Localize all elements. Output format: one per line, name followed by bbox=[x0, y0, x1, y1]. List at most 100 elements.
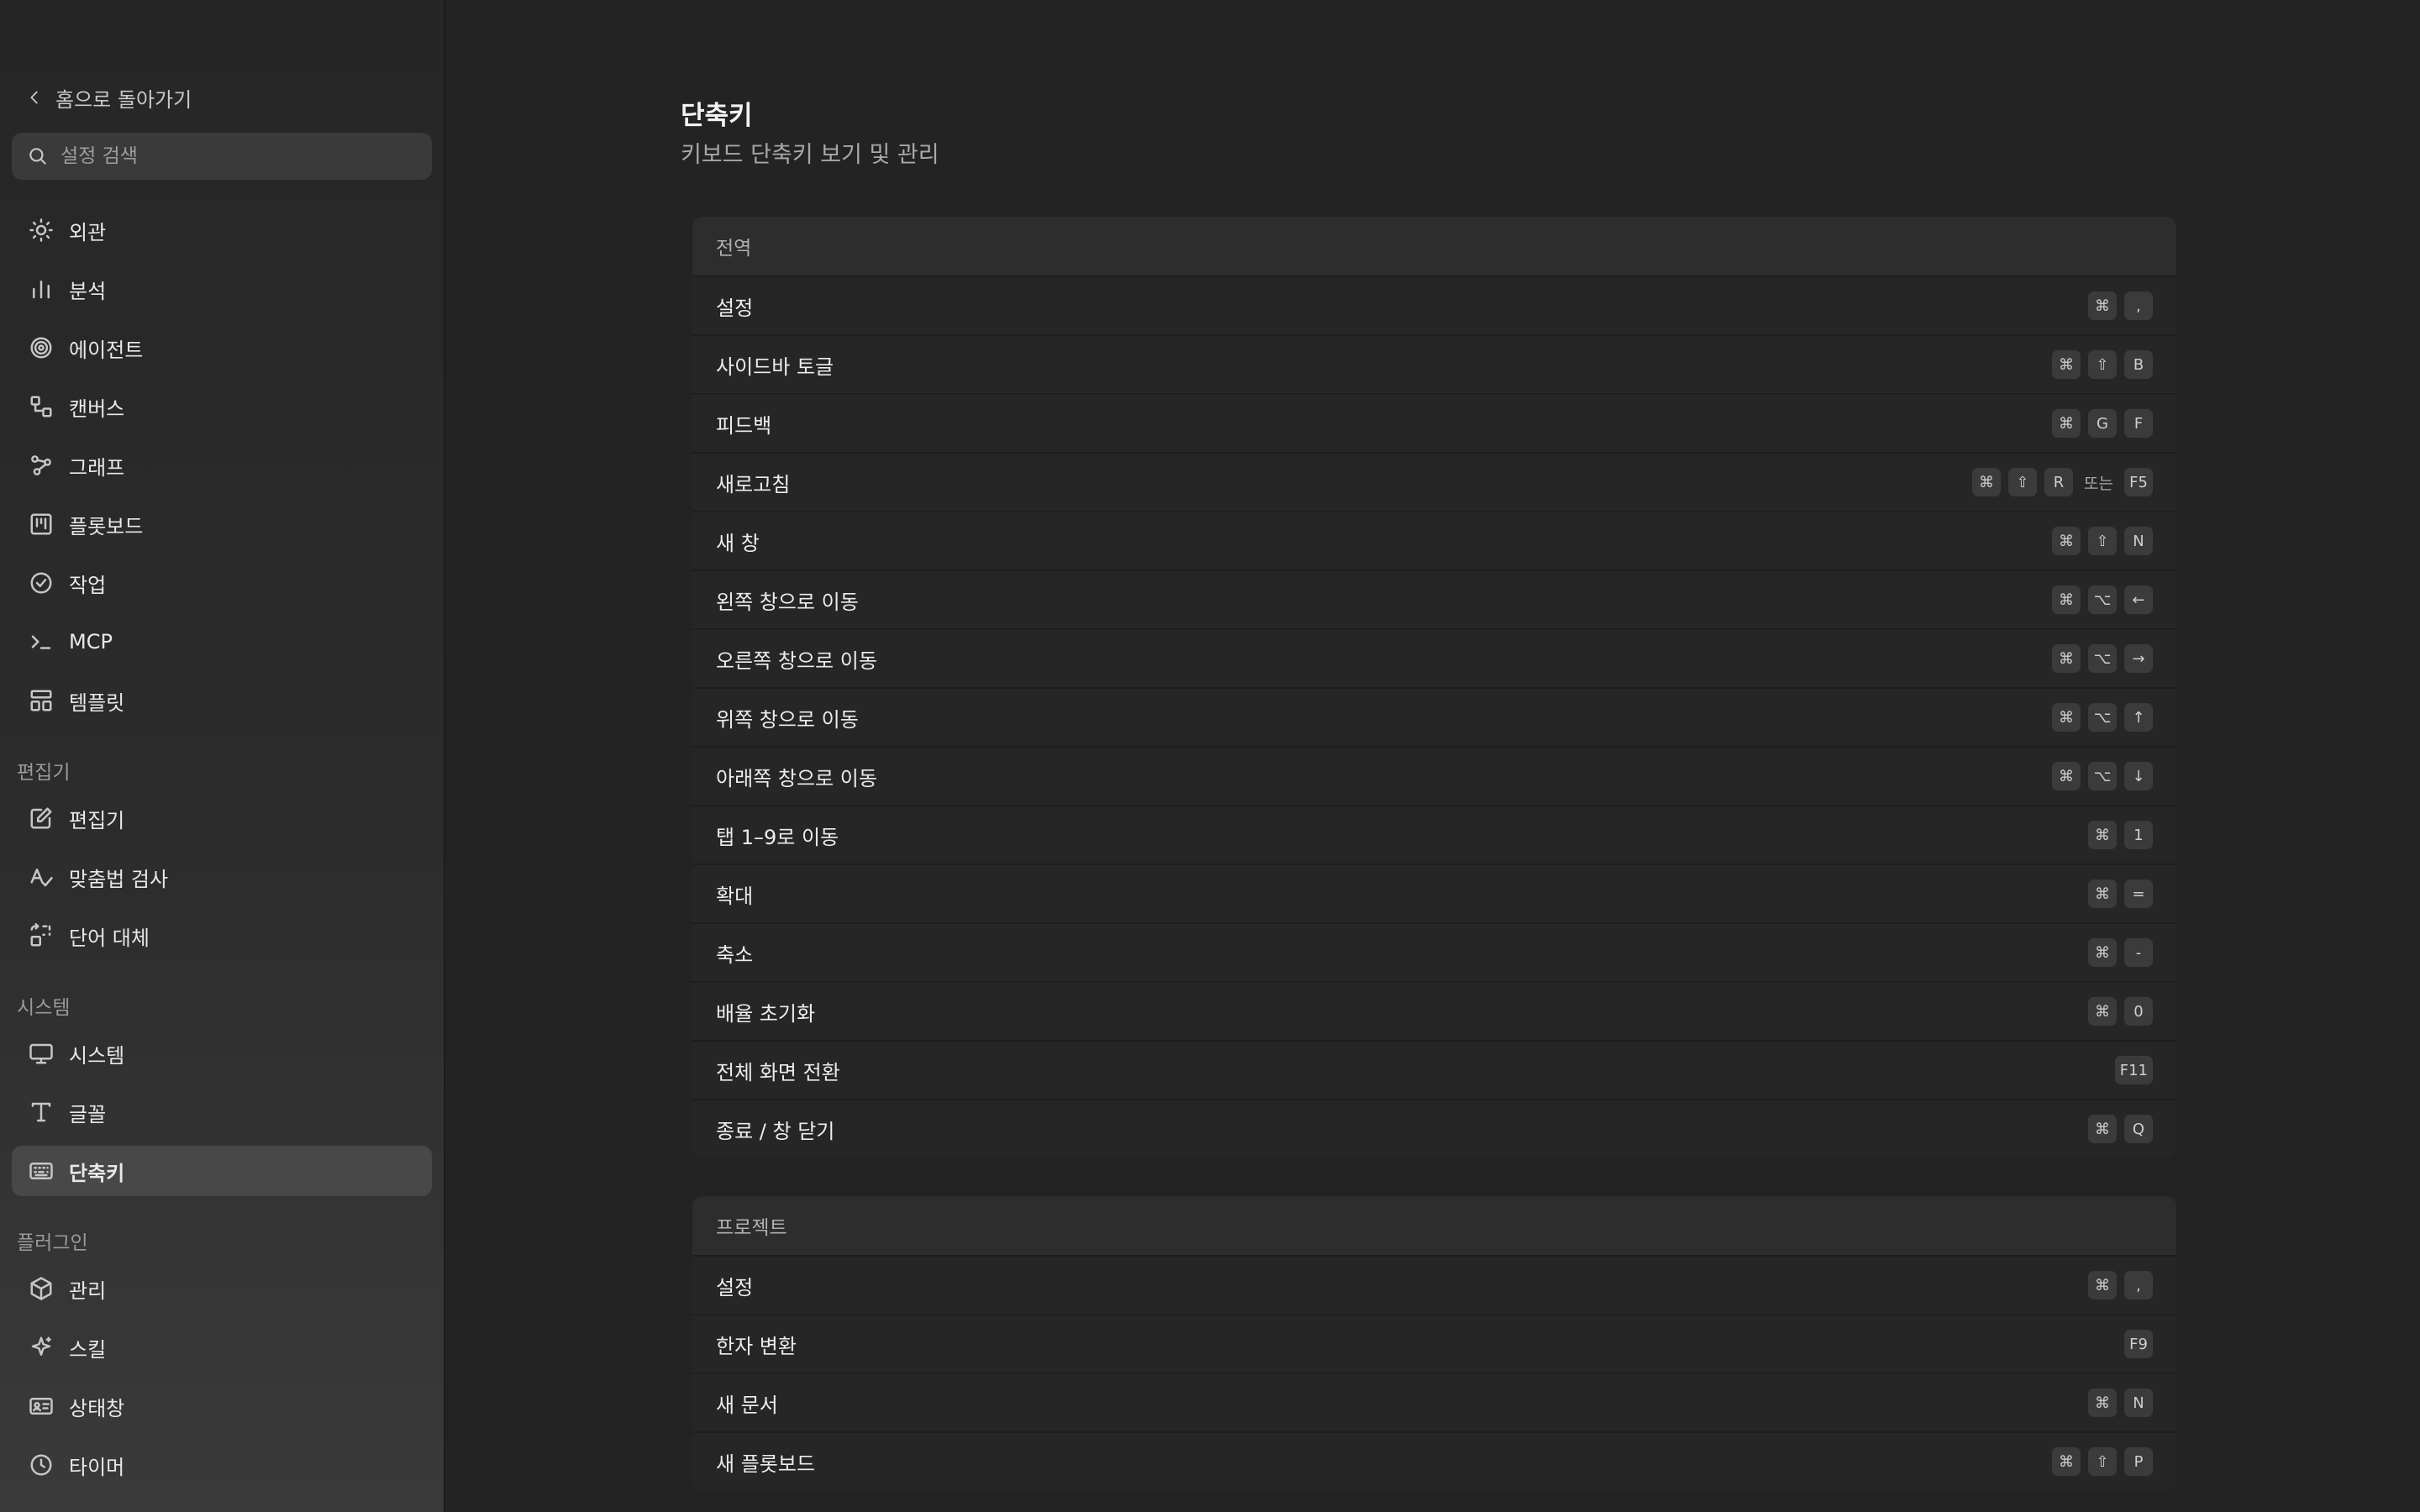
sidebar-item-plugin-0[interactable]: 관리 bbox=[12, 1263, 432, 1314]
sidebar-item-editor-2[interactable]: 단어 대체 bbox=[12, 911, 432, 961]
key-cap: ⌘ bbox=[2052, 350, 2081, 379]
shortcut-row[interactable]: 위쪽 창으로 이동 ⌘ ⌥ ↑ bbox=[692, 687, 2176, 746]
shortcut-label: 새 문서 bbox=[716, 1393, 778, 1417]
key-cap: = bbox=[2124, 879, 2153, 908]
sparkle-icon bbox=[31, 1336, 51, 1356]
chevron-left-icon bbox=[30, 91, 38, 104]
sidebar-item-main-4[interactable]: 그래프 bbox=[12, 440, 432, 491]
back-to-home-button[interactable]: 홈으로 돌아가기 bbox=[25, 81, 192, 114]
sidebar-item-label: 그래프 bbox=[69, 455, 125, 480]
shortcut-keys: ⌘ G F bbox=[2052, 409, 2153, 438]
or-separator: 또는 bbox=[2084, 474, 2113, 493]
key-cap: - bbox=[2124, 938, 2153, 967]
shortcut-row[interactable]: 사이드바 토글 ⌘ ⇧ B bbox=[692, 334, 2176, 393]
sun-icon bbox=[29, 218, 53, 242]
key-cap: ⌘ bbox=[2088, 938, 2117, 967]
key-cap: R bbox=[2044, 468, 2074, 496]
sidebar-item-system-0[interactable]: 시스템 bbox=[12, 1028, 432, 1079]
sidebar-item-main-3[interactable]: 캔버스 bbox=[12, 381, 432, 432]
key-cap: ⌘ bbox=[2088, 821, 2117, 849]
shortcut-row[interactable]: 종료 / 창 닫기 ⌘ Q bbox=[692, 1099, 2176, 1158]
shapes-icon bbox=[30, 396, 52, 417]
sidebar-item-label: 관리 bbox=[69, 1278, 107, 1303]
shortcut-keys: ⌘ ⌥ ← bbox=[2052, 585, 2153, 614]
shortcut-row[interactable]: 확대 ⌘ = bbox=[692, 864, 2176, 922]
sidebar-item-main-7[interactable]: MCP bbox=[12, 617, 432, 667]
key-cap: ← bbox=[2124, 585, 2153, 614]
shortcut-row[interactable]: 한자 변환 F9 bbox=[692, 1314, 2176, 1373]
shortcut-row[interactable]: 새 창 ⌘ ⇧ N bbox=[692, 511, 2176, 570]
shortcut-label: 한자 변환 bbox=[716, 1334, 797, 1358]
shortcut-row[interactable]: 전체 화면 전환 F11 bbox=[692, 1040, 2176, 1099]
shortcut-row[interactable]: 새로고침 ⌘ ⇧ R 또는 F5 bbox=[692, 452, 2176, 511]
shortcut-keys: ⌘ 0 bbox=[2088, 997, 2153, 1026]
key-cap: ⌥ bbox=[2088, 762, 2117, 790]
shortcut-row[interactable]: 설정 ⌘, bbox=[692, 1255, 2176, 1314]
keyboard-icon bbox=[29, 1163, 53, 1179]
sidebar-item-label: 시스템 bbox=[69, 1043, 125, 1068]
sidebar-item-main-5[interactable]: 플롯보드 bbox=[12, 499, 432, 549]
shortcut-row[interactable]: 탭 1–9로 이동 ⌘ 1 bbox=[692, 805, 2176, 864]
sidebar-item-main-6[interactable]: 작업 bbox=[12, 558, 432, 608]
shortcut-row[interactable]: 피드백 ⌘ G F bbox=[692, 393, 2176, 452]
graph-icon bbox=[31, 455, 51, 475]
shortcut-row[interactable]: 새 플롯보드 ⌘ ⇧ P bbox=[692, 1431, 2176, 1490]
back-label: 홈으로 돌아가기 bbox=[55, 87, 192, 112]
shortcut-label: 피드백 bbox=[716, 413, 772, 438]
sidebar-item-editor-0[interactable]: 편집기 bbox=[12, 793, 432, 843]
shortcut-label: 탭 1–9로 이동 bbox=[716, 825, 839, 849]
shortcut-keys: ⌘ Q bbox=[2088, 1115, 2153, 1143]
shortcut-label: 새 플롯보드 bbox=[716, 1452, 816, 1476]
shortcut-keys: F11 bbox=[2114, 1056, 2153, 1084]
shortcut-keys: ⌘ ⌥ ↓ bbox=[2052, 762, 2153, 790]
sidebar-item-plugin-1[interactable]: 스킬 bbox=[12, 1322, 432, 1373]
shortcut-row[interactable]: 축소 ⌘ - bbox=[692, 922, 2176, 981]
shortcut-label: 사이드바 토글 bbox=[716, 354, 834, 379]
nav-editor: 편집기맞춤법 검사단어 대체 bbox=[12, 793, 432, 969]
sidebar-item-main-8[interactable]: 템플릿 bbox=[12, 675, 432, 726]
sidebar-item-system-1[interactable]: 글꼴 bbox=[12, 1087, 432, 1137]
key-cap: ⌘ bbox=[2088, 1389, 2117, 1417]
sidebar-item-plugin-2[interactable]: 상태창 bbox=[12, 1381, 432, 1431]
shortcut-row[interactable]: 오른쪽 창으로 이동 ⌘ ⌥ → bbox=[692, 628, 2176, 687]
shortcut-row[interactable]: 새 문서 ⌘ N bbox=[692, 1373, 2176, 1431]
shortcut-keys: F9 bbox=[2124, 1330, 2153, 1358]
key-cap: 0 bbox=[2124, 997, 2153, 1026]
shortcut-label: 위쪽 창으로 이동 bbox=[716, 707, 859, 732]
shortcut-keys: ⌘ ⇧ N bbox=[2052, 527, 2153, 555]
layout-icon bbox=[30, 690, 52, 711]
shortcut-row[interactable]: 배율 초기화 ⌘ 0 bbox=[692, 981, 2176, 1040]
section-label-editor: 편집기 bbox=[17, 762, 71, 784]
search-input[interactable] bbox=[59, 144, 415, 168]
settings-search[interactable] bbox=[12, 133, 432, 180]
key-cap: B bbox=[2124, 350, 2153, 379]
key-cap: ⌘ bbox=[2052, 409, 2081, 438]
shortcut-keys: ⌘ = bbox=[2088, 879, 2153, 908]
shortcut-row[interactable]: 설정 ⌘, bbox=[692, 276, 2176, 334]
project-section-header: 프로젝트 bbox=[692, 1196, 2176, 1255]
key-cap: ⌘ bbox=[2052, 1447, 2081, 1476]
sidebar-item-main-2[interactable]: 에이전트 bbox=[12, 323, 432, 373]
key-cap: , bbox=[2124, 1271, 2153, 1299]
key-cap: ⌘ bbox=[2052, 644, 2081, 673]
key-cap: F11 bbox=[2114, 1056, 2153, 1084]
shortcut-row[interactable]: 왼쪽 창으로 이동 ⌘ ⌥ ← bbox=[692, 570, 2176, 628]
package-icon bbox=[30, 1277, 52, 1300]
key-cap: ⌘ bbox=[2088, 879, 2117, 908]
kanban-icon bbox=[30, 513, 52, 535]
nav-plugin: 관리스킬상태창타이머 bbox=[12, 1263, 432, 1499]
settings-sidebar: 홈으로 돌아가기 외관분석에이전트캔버스그래프플롯보드작업MCP템플릿 편집기 … bbox=[0, 0, 445, 1512]
shortcut-row[interactable]: 아래쪽 창으로 이동 ⌘ ⌥ ↓ bbox=[692, 746, 2176, 805]
sidebar-item-editor-1[interactable]: 맞춤법 검사 bbox=[12, 852, 432, 902]
sidebar-item-main-1[interactable]: 분석 bbox=[12, 264, 432, 314]
sidebar-item-label: 글꼴 bbox=[69, 1102, 107, 1126]
sidebar-item-plugin-3[interactable]: 타이머 bbox=[12, 1440, 432, 1490]
shortcut-keys: ⌘, bbox=[2088, 1271, 2153, 1299]
sidebar-item-system-2[interactable]: 단축키 bbox=[12, 1146, 432, 1196]
key-cap: Q bbox=[2124, 1115, 2153, 1143]
page-title: 단축키 bbox=[681, 101, 753, 131]
shortcut-label: 새 창 bbox=[716, 531, 760, 555]
sidebar-item-label: 캔버스 bbox=[69, 396, 125, 421]
sidebar-item-main-0[interactable]: 외관 bbox=[12, 205, 432, 255]
sidebar-item-label: 스킬 bbox=[69, 1337, 107, 1362]
